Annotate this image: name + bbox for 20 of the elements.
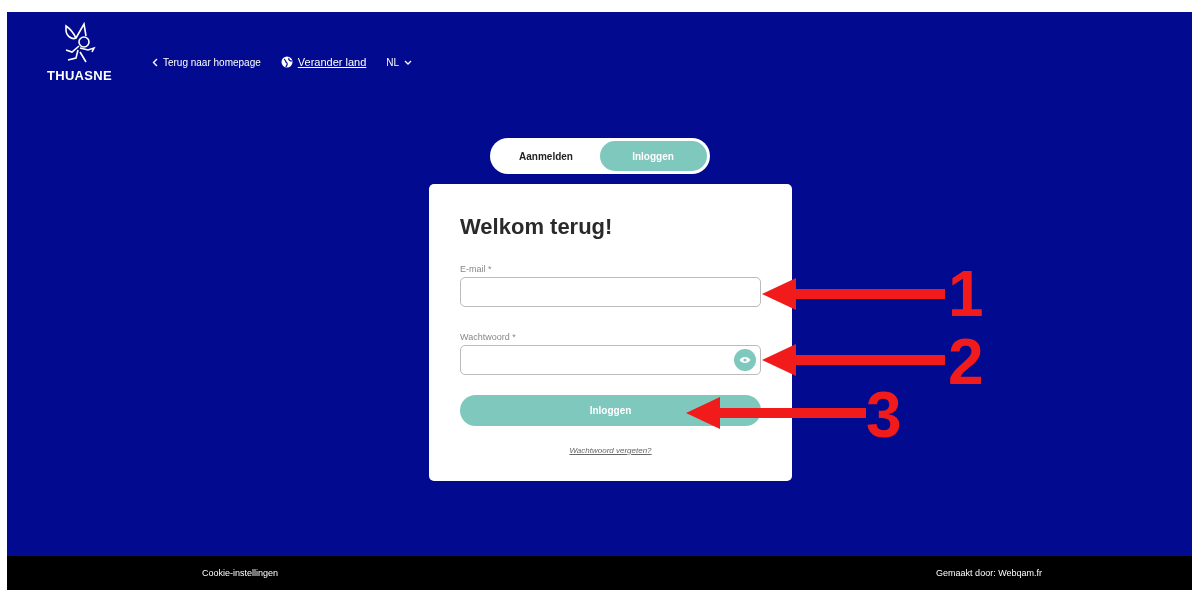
eye-icon [739,356,751,364]
logo-text: THUASNE [47,68,112,83]
globe-icon [280,56,293,68]
field-label: Wachtwoord * [460,332,517,342]
change-country-link[interactable]: Verander land [280,56,367,68]
field-label: E-mail * [460,264,493,274]
back-link[interactable]: Terug naar homepage [151,56,261,68]
annotation-number: 1 [948,262,984,326]
cookie-settings-link[interactable]: Cookie-instellingen [202,568,279,578]
show-password-button[interactable] [734,349,756,371]
chevron-down-icon [404,59,413,65]
annotation-number: 3 [866,383,902,447]
credits-text: Gemaakt door: Webqam.fr [936,568,1042,578]
forgot-password-link[interactable]: Wachtwoord vergeten? [569,446,652,455]
card-title: Welkom terug! [460,214,614,240]
email-field[interactable] [460,277,761,307]
language-selector[interactable]: NL [386,56,413,68]
annotation-number: 2 [948,330,984,394]
chevron-left-icon [151,57,158,67]
password-field[interactable] [460,345,761,375]
